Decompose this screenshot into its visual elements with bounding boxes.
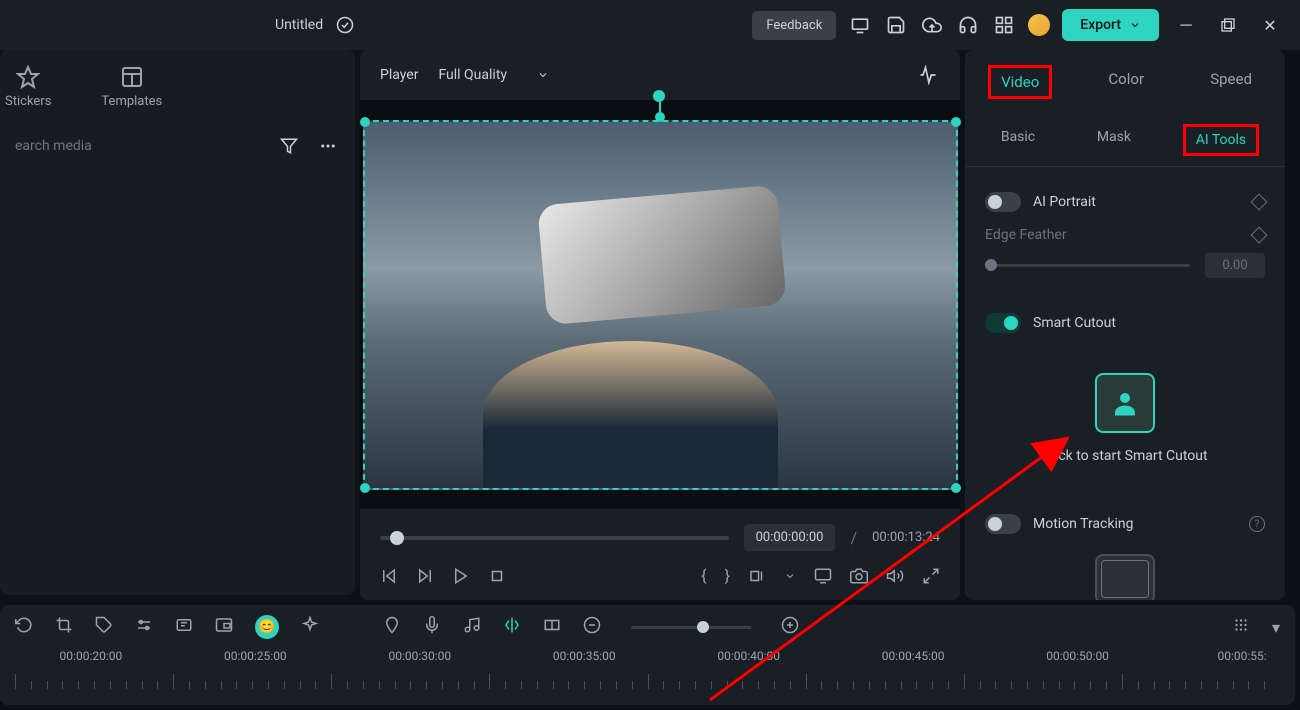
user-avatar[interactable] — [1028, 14, 1050, 36]
sidebar-tab-templates[interactable]: Templates — [101, 65, 162, 109]
mic-button[interactable] — [423, 616, 441, 638]
zoom-slider[interactable] — [631, 626, 751, 629]
edge-feather-slider[interactable] — [985, 264, 1190, 267]
resize-handle-br[interactable] — [951, 483, 961, 493]
motion-tracking-toggle[interactable] — [985, 514, 1021, 534]
check-icon — [333, 13, 357, 37]
cloud-icon[interactable] — [920, 13, 944, 37]
video-frame[interactable] — [363, 120, 958, 490]
volume-button[interactable] — [886, 567, 904, 585]
text-button[interactable] — [175, 616, 193, 638]
tab-color[interactable]: Color — [1098, 65, 1154, 99]
zoom-out-button[interactable] — [583, 616, 601, 638]
smart-cutout-cta: Click to start Smart Cutout — [985, 448, 1265, 464]
keyframe-diamond-icon[interactable] — [1251, 194, 1268, 211]
templates-icon — [120, 65, 144, 89]
keyframe-diamond-icon[interactable] — [1251, 227, 1268, 244]
smart-cutout-button[interactable] — [1095, 373, 1155, 433]
music-button[interactable] — [463, 616, 481, 638]
scrubber-thumb[interactable] — [390, 531, 404, 545]
prev-frame-button[interactable] — [380, 567, 398, 585]
zoom-in-button[interactable] — [781, 616, 799, 638]
edge-feather-value[interactable]: 0.00 — [1205, 253, 1265, 278]
sidebar-tab-stickers[interactable]: Stickers — [5, 65, 51, 109]
aspect-button[interactable] — [543, 616, 561, 638]
sparkle-button[interactable] — [301, 616, 319, 638]
ai-face-button[interactable]: 😊 — [255, 615, 279, 639]
maximize-button[interactable] — [1213, 10, 1243, 40]
project-title: Untitled — [275, 17, 323, 33]
snapshot-button[interactable] — [850, 567, 868, 585]
mark-out-button[interactable]: } — [725, 566, 730, 585]
headphones-icon[interactable] — [956, 13, 980, 37]
close-button[interactable]: ✕ — [1255, 10, 1285, 40]
tab-speed[interactable]: Speed — [1200, 65, 1262, 99]
rotate-handle[interactable] — [655, 112, 665, 122]
zoom-thumb[interactable] — [697, 621, 709, 633]
time-current: 00:00:00:00 — [744, 524, 836, 551]
split-button[interactable] — [503, 616, 521, 638]
undo-button[interactable] — [15, 616, 33, 638]
marker-button[interactable] — [383, 616, 401, 638]
chevron-down-icon — [537, 69, 549, 81]
scrubber-track[interactable] — [380, 536, 729, 540]
preview-viewport[interactable] — [360, 100, 960, 509]
tab-video[interactable]: Video — [988, 65, 1052, 99]
settings-button[interactable] — [135, 616, 153, 638]
motion-tracking-thumbnail[interactable] — [1095, 554, 1155, 600]
resize-handle-tr[interactable] — [951, 117, 961, 127]
timeline: 😊 ▾ 00:00:20:00 00:00:25:00 00:00:30:00 … — [0, 605, 1295, 705]
subtab-mask[interactable]: Mask — [1087, 124, 1141, 156]
dropdown-icon[interactable]: ▾ — [1272, 618, 1280, 637]
play-button[interactable] — [452, 567, 470, 585]
search-input[interactable] — [15, 138, 262, 154]
crop-align-button[interactable] — [748, 567, 766, 585]
sticker-icon — [16, 65, 40, 89]
subtab-basic[interactable]: Basic — [991, 124, 1045, 156]
smart-cutout-label: Smart Cutout — [1033, 315, 1265, 331]
display-button[interactable] — [814, 567, 832, 585]
time-total: 00:00:13:24 — [872, 530, 940, 545]
mark-in-button[interactable]: { — [701, 566, 706, 585]
player-label: Player — [380, 67, 418, 83]
apps-icon[interactable] — [992, 13, 1016, 37]
timeline-ruler[interactable]: 00:00:20:00 00:00:25:00 00:00:30:00 00:0… — [15, 649, 1280, 689]
crop-tool-button[interactable] — [55, 616, 73, 638]
motion-tracking-label: Motion Tracking — [1033, 516, 1237, 532]
smart-cutout-toggle[interactable] — [985, 313, 1021, 333]
more-icon[interactable] — [316, 134, 340, 158]
tag-button[interactable] — [95, 616, 113, 638]
player-panel: Player Full Quality 00:00:00:00 / 00:00:… — [360, 50, 960, 600]
chevron-down-icon[interactable] — [784, 570, 796, 582]
stop-button[interactable] — [488, 567, 506, 585]
resize-handle-bl[interactable] — [360, 483, 370, 493]
time-separator: / — [850, 528, 857, 547]
save-icon[interactable] — [884, 13, 908, 37]
ai-portrait-label: AI Portrait — [1033, 194, 1241, 210]
waveform-icon[interactable] — [916, 63, 940, 87]
fullscreen-button[interactable] — [922, 567, 940, 585]
quality-select[interactable]: Full Quality — [438, 67, 549, 83]
ai-portrait-toggle[interactable] — [985, 192, 1021, 212]
slider-thumb[interactable] — [985, 259, 997, 271]
minimize-button[interactable]: ─ — [1171, 10, 1201, 40]
feedback-button[interactable]: Feedback — [752, 11, 836, 40]
device-icon[interactable] — [848, 13, 872, 37]
filter-icon[interactable] — [277, 134, 301, 158]
person-icon — [1110, 388, 1140, 418]
export-button[interactable]: Export — [1062, 9, 1159, 41]
help-icon[interactable]: ? — [1249, 516, 1265, 532]
grid-view-button[interactable] — [1232, 616, 1250, 638]
subtab-ai-tools[interactable]: AI Tools — [1183, 124, 1259, 156]
edge-feather-label: Edge Feather — [985, 227, 1067, 243]
next-frame-button[interactable] — [416, 567, 434, 585]
resize-handle-tl[interactable] — [360, 117, 370, 127]
pip-button[interactable] — [215, 616, 233, 638]
sidebar: Stickers Templates — [0, 50, 355, 595]
titlebar: Untitled Feedback Export ─ ✕ — [0, 0, 1300, 50]
properties-panel: Video Color Speed Basic Mask AI Tools AI… — [965, 50, 1285, 600]
